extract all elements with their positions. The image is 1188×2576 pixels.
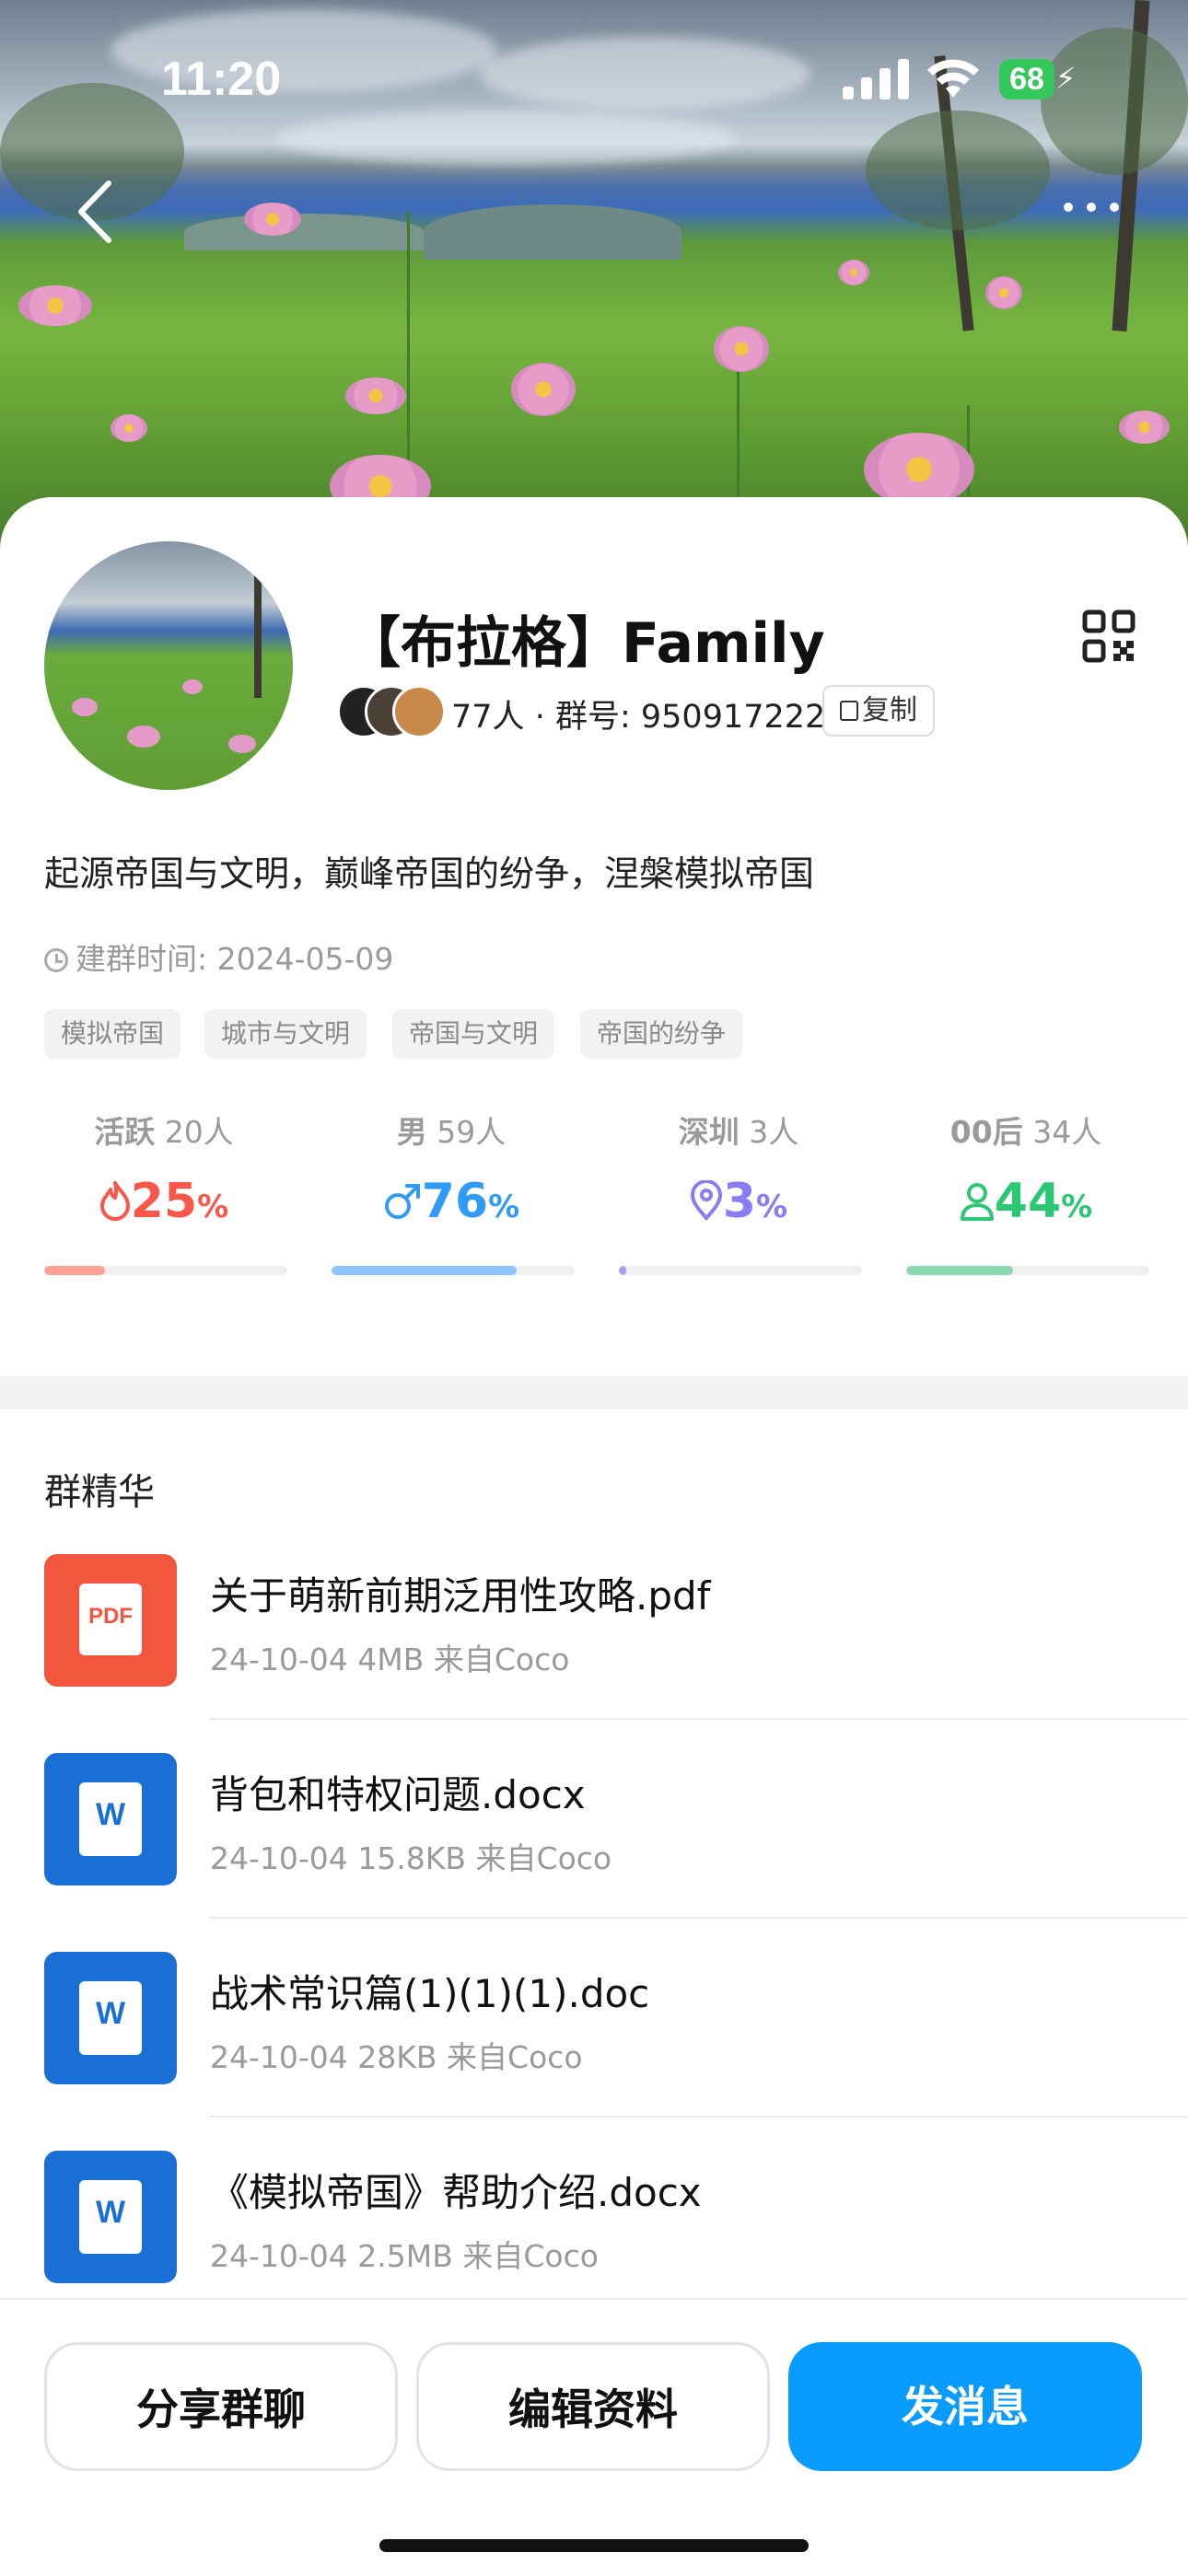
group-description: 起源帝国与文明，巅峰帝国的纷争，涅槃模拟帝国 (44, 853, 815, 894)
send-message-button[interactable]: 发消息 (788, 2342, 1142, 2471)
row-divider (210, 1917, 1188, 1919)
word-file-icon: W (44, 1753, 177, 1886)
file-meta: 24-10-04 4MB 来自Coco (210, 1642, 570, 1677)
home-indicator (379, 2539, 809, 2552)
stat-city-percent: 3% (595, 1174, 882, 1229)
pdf-file-icon: PDF (44, 1554, 177, 1687)
location-pin-icon (690, 1179, 722, 1221)
stat-age-percent: 44% (882, 1174, 1170, 1229)
clock-icon (44, 948, 68, 972)
battery-level: 68 (999, 59, 1054, 99)
member-count: 77人 (451, 699, 525, 736)
group-number-label: 群号: (554, 699, 631, 736)
copy-icon (840, 701, 858, 721)
person-icon (960, 1183, 994, 1221)
stat-male-label: 男 59人 (396, 1114, 507, 1150)
stat-male-bar (332, 1266, 575, 1275)
created-value: 2024-05-09 (216, 941, 394, 977)
edit-profile-button[interactable]: 编辑资料 (416, 2342, 770, 2471)
group-meta: 77人 · 群号: 950917222 (451, 690, 825, 737)
wifi-icon (927, 59, 979, 98)
stat-age-bar (906, 1266, 1149, 1275)
more-dots-icon[interactable] (1059, 198, 1124, 216)
word-file-icon: W (44, 2151, 177, 2283)
created-label: 建群时间: (76, 941, 208, 977)
stat-male-percent: 76% (308, 1174, 595, 1229)
group-number: 950917222 (640, 699, 826, 736)
group-name: 【布拉格】Family (345, 611, 825, 676)
tag[interactable]: 帝国的纷争 (580, 1009, 743, 1059)
flame-icon (99, 1181, 130, 1221)
status-time: 11:20 (161, 52, 282, 106)
file-name: 《模拟帝国》帮助介绍.docx (210, 2170, 702, 2215)
member-avatar (392, 685, 446, 738)
file-name: 背包和特权问题.docx (210, 1772, 586, 1817)
charging-icon: ⚡ (1055, 61, 1077, 96)
file-name: 战术常识篇(1)(1)(1).doc (210, 1971, 650, 2016)
copy-button[interactable]: 复制 (822, 685, 935, 737)
file-name: 关于萌新前期泛用性攻略.pdf (210, 1573, 711, 1619)
essence-title: 群精华 (44, 1471, 155, 1514)
stat-active-bar (44, 1266, 287, 1275)
stat-city-bar (619, 1266, 862, 1275)
row-divider (210, 1718, 1188, 1720)
section-divider (0, 1376, 1188, 1410)
copy-label: 复制 (862, 694, 917, 726)
file-item[interactable]: W 战术常识篇(1)(1)(1).doc 24-10-04 28KB 来自Coc… (0, 1952, 1188, 2151)
share-group-button[interactable]: 分享群聊 (44, 2342, 398, 2471)
signal-icon (843, 59, 909, 99)
file-item[interactable]: W 背包和特权问题.docx 24-10-04 15.8KB 来自Coco (0, 1753, 1188, 1952)
file-item[interactable]: PDF 关于萌新前期泛用性攻略.pdf 24-10-04 4MB 来自Coco (0, 1554, 1188, 1753)
stat-active-label: 活跃 20人 (94, 1114, 234, 1150)
word-file-icon: W (44, 1952, 177, 2084)
tag[interactable]: 模拟帝国 (44, 1009, 181, 1059)
created-date: 建群时间: 2024-05-09 (44, 934, 393, 979)
stat-age-label: 00后 34人 (949, 1114, 1102, 1150)
tag[interactable]: 城市与文明 (204, 1009, 367, 1059)
group-avatar[interactable] (44, 541, 293, 790)
file-meta: 24-10-04 28KB 来自Coco (210, 2039, 583, 2075)
file-meta: 24-10-04 2.5MB 来自Coco (210, 2238, 599, 2274)
file-meta: 24-10-04 15.8KB 来自Coco (210, 1840, 612, 1876)
row-divider (210, 2116, 1188, 2118)
stat-active-percent: 25% (20, 1174, 308, 1229)
stat-city-label: 深圳 3人 (678, 1114, 799, 1150)
tag[interactable]: 帝国与文明 (392, 1009, 555, 1059)
meta-separator: · (534, 699, 555, 736)
chevron-left-icon[interactable] (74, 180, 116, 244)
male-icon (384, 1184, 420, 1219)
qr-code-icon[interactable] (1082, 609, 1136, 663)
